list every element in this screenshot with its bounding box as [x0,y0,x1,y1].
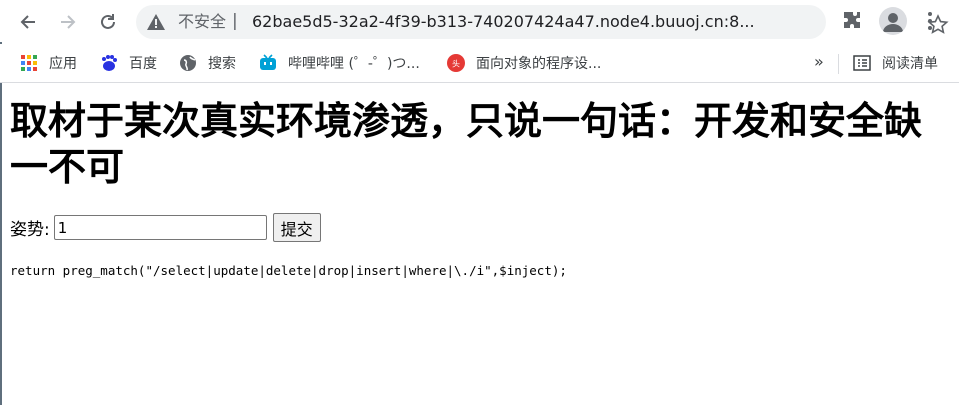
reading-list-button[interactable]: 阅读清单 [853,52,938,74]
submit-button[interactable]: 提交 [272,213,321,242]
inject-input[interactable] [53,215,267,240]
input-label: 姿势: [10,220,50,240]
security-status: 不安全 [178,12,227,31]
inject-form: 姿势: 提交 [10,213,950,242]
person-icon [883,13,903,32]
more-menu-icon[interactable] [920,8,940,34]
reload-button[interactable] [94,8,122,36]
forward-button[interactable] [54,8,82,36]
bookmark-oop[interactable]: 头 面向对象的程序设... [447,52,601,74]
reading-list-icon [853,55,871,71]
bookmark-label: 应用 [49,56,77,72]
warning-icon[interactable] [146,12,166,32]
apps-grid-icon [21,55,37,71]
bookmark-search[interactable]: 搜索 [179,52,236,74]
filter-code: return preg_match("/select|update|delete… [10,263,567,278]
page-heading: 取材于某次真实环境渗透，只说一句话：开发和安全缺一不可 [10,99,923,189]
address-separator: | [232,11,238,31]
bookmarks-bar: 应用 百度 搜索 哔哩哔哩 (゜-゜)つ... 头 面向对象的程序设... » [0,44,959,83]
arrow-left-icon [20,15,35,29]
bookmark-label: 百度 [129,56,157,72]
bilibili-icon [260,54,276,70]
browser-toolbar: 不安全 | 62bae5d5-32a2-4f39-b313-740207424a… [0,0,959,42]
bookmark-label: 哔哩哔哩 (゜-゜)つ... [288,56,420,72]
url-text[interactable]: 62bae5d5-32a2-4f39-b313-740207424a47.nod… [252,12,772,32]
svg-text:头: 头 [452,59,460,69]
bookmark-label: 搜索 [208,56,236,72]
bookmarks-divider [838,54,839,74]
reading-list-label: 阅读清单 [882,56,938,72]
bookmark-apps[interactable]: 应用 [20,52,77,74]
globe-icon [180,55,196,71]
arrow-right-icon [61,15,76,29]
back-button[interactable] [14,8,42,36]
bookmark-baidu[interactable]: 百度 [100,52,157,74]
bookmark-bilibili[interactable]: 哔哩哔哩 (゜-゜)つ... [259,52,420,74]
page-content: 取材于某次真实环境渗透，只说一句话：开发和安全缺一不可 姿势: 提交 retur… [10,82,950,278]
address-bar[interactable]: 不安全 | 62bae5d5-32a2-4f39-b313-740207424a… [136,5,949,39]
more-bookmarks-button[interactable]: » [814,52,824,71]
toutiao-icon: 头 [447,54,465,72]
reload-icon [101,14,115,29]
profile-avatar[interactable] [879,7,907,35]
bookmark-label: 面向对象的程序设... [476,56,602,72]
puzzle-icon[interactable] [840,8,864,32]
baidu-icon [102,55,117,71]
